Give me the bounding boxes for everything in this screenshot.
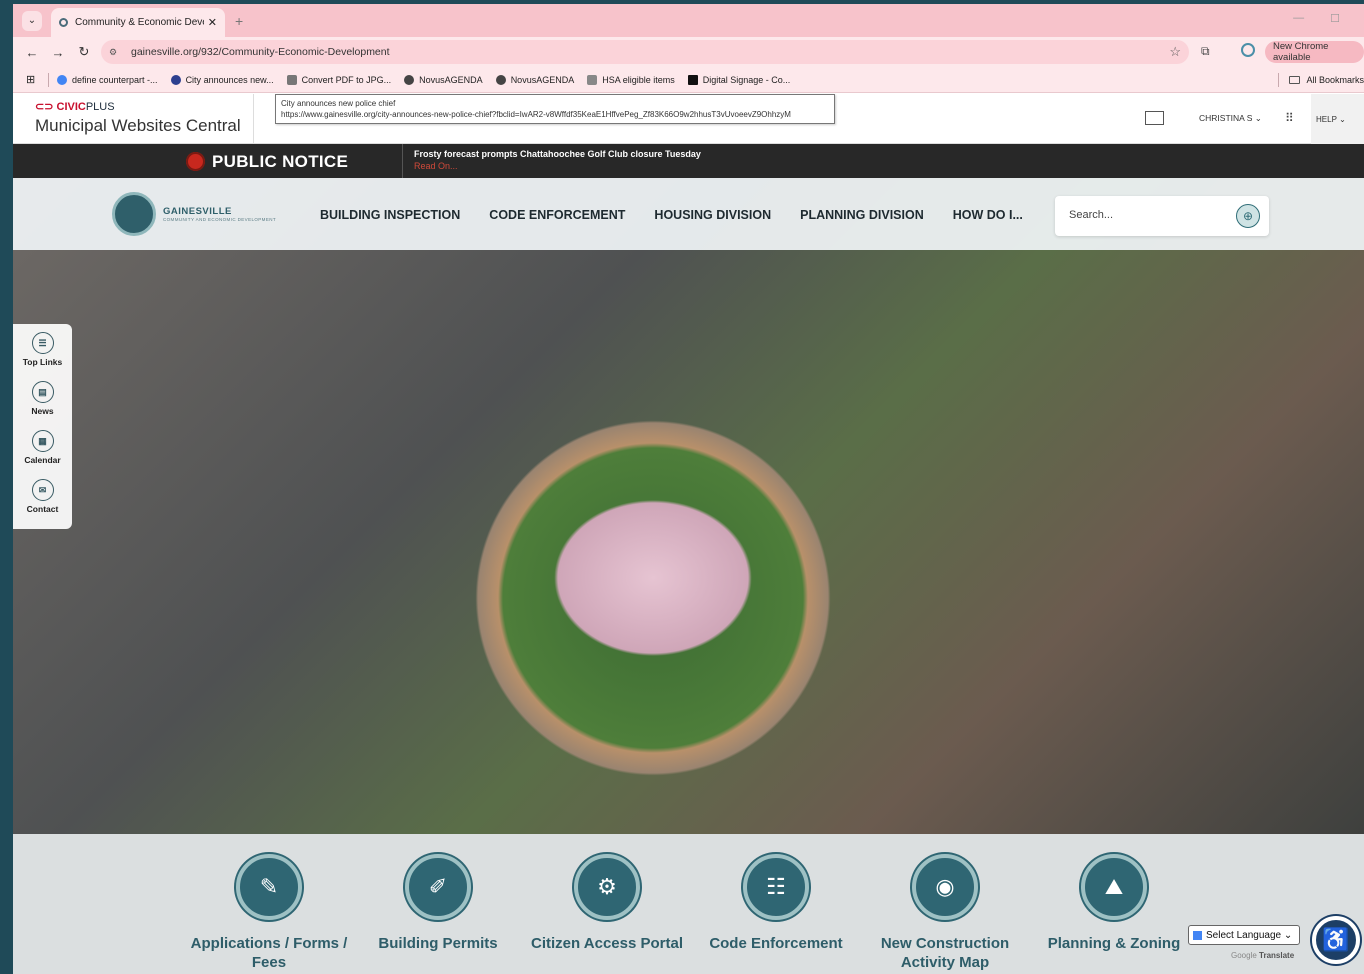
- menu-how-do-i[interactable]: HOW DO I...: [953, 208, 1023, 222]
- chevron-down-icon: ⌄: [1339, 114, 1346, 124]
- star-logo-icon: [170, 74, 181, 85]
- google-translate-icon: [1193, 930, 1202, 940]
- side-quick-panel: ☰ Top Links ▤ News ▦ Calendar ✉ Contact: [13, 324, 72, 529]
- browser-window: ⌄ Community & Economic Devel… ✕ + — ☐ ← …: [13, 4, 1364, 974]
- site-search-input[interactable]: Search... ⊕: [1055, 196, 1269, 236]
- quick-links-band: ✎ Applications / Forms / Fees ✐ Building P…: [13, 834, 1364, 974]
- public-notice-label: PUBLIC NOTICE: [212, 152, 349, 171]
- tab-bar: ⌄ Community & Economic Devel… ✕ + — ☐: [13, 4, 1364, 37]
- omnibox[interactable]: ⚙ gainesville.org/932/Community-Economic…: [101, 40, 1189, 64]
- menu-code-enforcement[interactable]: CODE ENFORCEMENT: [489, 208, 625, 222]
- side-news[interactable]: ▤ News: [13, 381, 72, 416]
- menu-planning-division[interactable]: PLANNING DIVISION: [800, 208, 924, 222]
- user-menu[interactable]: CHRISTINA S ⌄: [1199, 113, 1262, 124]
- bookmarks-divider: [48, 72, 49, 87]
- site-favicon-icon: [59, 18, 68, 27]
- google-icon: [57, 74, 67, 85]
- chevron-down-icon: ⌄: [1254, 113, 1262, 123]
- bookmark-item[interactable]: define counterpart -...: [57, 74, 158, 85]
- globe-icon: [404, 74, 415, 85]
- news-icon: ▤: [31, 381, 54, 403]
- reload-icon[interactable]: ↻: [77, 44, 91, 60]
- site-logo-name[interactable]: GAINESVILLE: [163, 206, 232, 217]
- contact-icon: ✉: [31, 479, 54, 501]
- address-bar-row: ← → ↻ ⚙ gainesville.org/932/Community-Ec…: [13, 37, 1364, 67]
- top-links-icon: ☰: [31, 332, 54, 354]
- quick-link-construction-map[interactable]: ◉ New Construction Activity Map: [855, 854, 1035, 972]
- extensions-icon[interactable]: ⧉: [1201, 44, 1210, 59]
- public-notice-bar: PUBLIC NOTICE Frosty forecast prompts Ch…: [13, 144, 1364, 178]
- link-tooltip: City announces new police chief https://…: [275, 94, 835, 124]
- bookmark-star-icon[interactable]: ☆: [1169, 44, 1181, 60]
- search-button-icon[interactable]: ⊕: [1236, 204, 1260, 228]
- forward-icon[interactable]: →: [51, 45, 65, 60]
- back-icon[interactable]: ←: [25, 45, 39, 60]
- zoning-icon: ⛰: [1081, 854, 1147, 920]
- main-menu: BUILDING INSPECTION CODE ENFORCEMENT HOU…: [320, 208, 1023, 222]
- bookmarks-divider: [1278, 73, 1280, 87]
- admin-divider: [253, 94, 254, 144]
- mail-icon[interactable]: [1145, 111, 1164, 125]
- new-tab-button[interactable]: +: [235, 13, 243, 29]
- bookmark-item[interactable]: NovusAGENDA: [404, 74, 483, 85]
- quick-link-planning-zoning[interactable]: ⛰ Planning & Zoning: [1024, 854, 1204, 953]
- form-edit-icon: ✎: [236, 854, 302, 920]
- bookmark-item[interactable]: City announces new...: [170, 74, 274, 85]
- notice-divider: [402, 144, 403, 178]
- globe-icon: [495, 74, 506, 85]
- site-logo-subtitle: COMMUNITY AND ECONOMIC DEVELOPMENT: [163, 217, 277, 222]
- help-menu[interactable]: HELP ⌄: [1311, 94, 1364, 144]
- chrome-update-button[interactable]: New Chrome available: [1265, 41, 1364, 63]
- all-bookmarks-button[interactable]: All Bookmarks: [1270, 73, 1364, 87]
- active-tab[interactable]: Community & Economic Devel… ✕: [51, 8, 225, 37]
- home-icon: [587, 74, 598, 85]
- bookmark-item[interactable]: HSA eligible items: [587, 74, 675, 85]
- quick-link-applications[interactable]: ✎ Applications / Forms / Fees: [179, 854, 359, 972]
- google-translate-label: Google Translate: [1231, 951, 1295, 960]
- minimize-icon[interactable]: —: [1293, 12, 1304, 25]
- alert-icon: [186, 152, 205, 171]
- clipboard-icon: ☷: [743, 854, 809, 920]
- quick-link-citizen-access[interactable]: ⚙ Citizen Access Portal: [517, 854, 697, 953]
- site-header: GAINESVILLE COMMUNITY AND ECONOMIC DEVEL…: [13, 178, 1364, 250]
- permit-icon: ✐: [405, 854, 471, 920]
- quick-link-code-enforcement[interactable]: ☷ Code Enforcement: [686, 854, 866, 953]
- map-pin-icon: ◉: [912, 854, 978, 920]
- civicplus-subtitle: Municipal Websites Central: [35, 116, 241, 135]
- maximize-icon[interactable]: ☐: [1330, 12, 1340, 25]
- site-settings-icon[interactable]: ⚙: [109, 47, 123, 58]
- menu-housing-division[interactable]: HOUSING DIVISION: [654, 208, 771, 222]
- tab-title: Community & Economic Devel…: [75, 17, 204, 28]
- side-calendar[interactable]: ▦ Calendar: [13, 430, 72, 465]
- read-on-link[interactable]: Read On...: [414, 161, 458, 171]
- profile-icon[interactable]: [1241, 43, 1255, 57]
- quick-link-building-permits[interactable]: ✐ Building Permits: [348, 854, 528, 953]
- bookmark-item[interactable]: Convert PDF to JPG...: [286, 74, 391, 85]
- accessibility-icon[interactable]: ♿: [1312, 916, 1360, 964]
- tab-search-chevron-icon[interactable]: ⌄: [22, 10, 42, 31]
- tooltip-url: https://www.gainesville.org/city-announc…: [281, 110, 791, 119]
- civicplus-logo[interactable]: ⊂⊃ CIVICPLUS: [35, 100, 115, 113]
- url-text[interactable]: gainesville.org/932/Community-Economic-D…: [131, 46, 390, 58]
- signage-icon: [687, 74, 698, 85]
- gainesville-site: GAINESVILLE COMMUNITY AND ECONOMIC DEVEL…: [13, 178, 1364, 974]
- bookmark-item[interactable]: NovusAGENDA: [495, 74, 574, 85]
- side-contact[interactable]: ✉ Contact: [13, 479, 72, 514]
- app-launcher-icon[interactable]: ⠿: [1285, 111, 1294, 125]
- gear-icon: ⚙: [574, 854, 640, 920]
- language-select[interactable]: Select Language ⌄: [1188, 925, 1300, 945]
- side-top-links[interactable]: ☰ Top Links: [13, 332, 72, 367]
- bookmark-item[interactable]: Digital Signage - Co...: [687, 74, 790, 85]
- gainesville-emblem-icon[interactable]: [112, 192, 156, 236]
- apps-grid-icon[interactable]: ⊞: [26, 73, 40, 86]
- menu-building-inspection[interactable]: BUILDING INSPECTION: [320, 208, 460, 222]
- bookmarks-bar: ⊞ define counterpart -... City announces…: [13, 67, 1364, 93]
- folder-icon: [1289, 76, 1301, 84]
- tooltip-title: City announces new police chief: [281, 99, 396, 108]
- notice-headline[interactable]: Frosty forecast prompts Chattahoochee Go…: [414, 149, 701, 159]
- hero-aerial-image: [13, 178, 1364, 834]
- calendar-icon: ▦: [31, 430, 54, 452]
- close-tab-icon[interactable]: ✕: [208, 16, 217, 29]
- pdf-icon: [286, 74, 297, 85]
